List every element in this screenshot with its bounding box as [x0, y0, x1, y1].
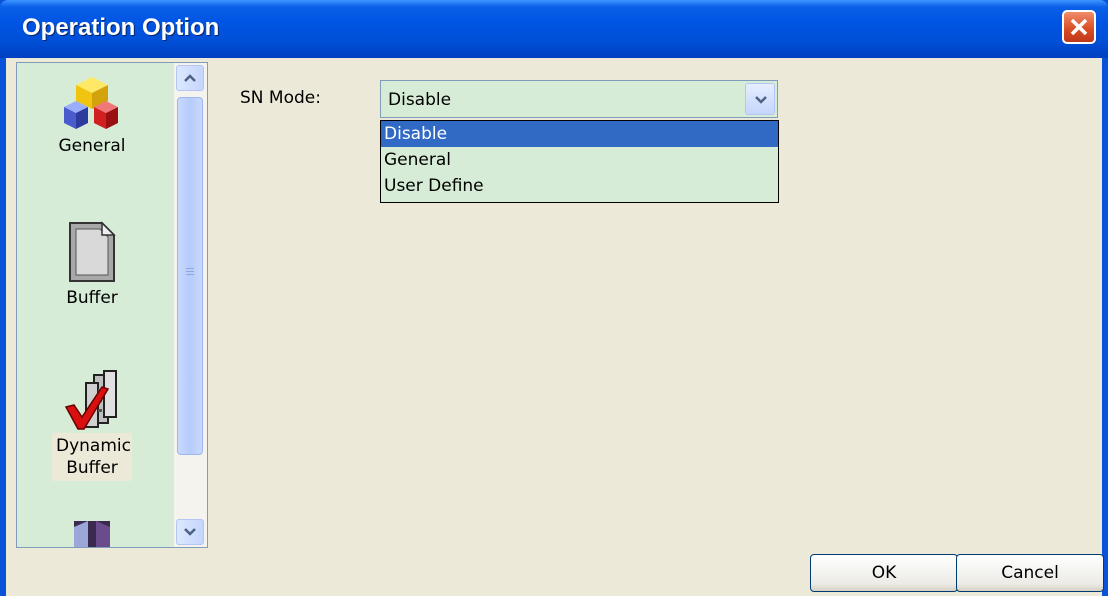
option-disable[interactable]: Disable [381, 121, 778, 147]
sidebar-item-label: Dynamic Buffer [52, 433, 132, 481]
chevron-down-icon [184, 528, 196, 536]
title-bar[interactable]: Operation Option [0, 0, 1108, 58]
dialog-window: Operation Option General Buffer Dynamic … [0, 0, 1108, 596]
close-icon [1070, 18, 1088, 36]
chevron-down-icon [755, 96, 767, 104]
thumb-grip [186, 268, 194, 277]
dropdown-button[interactable] [745, 83, 775, 115]
sn-mode-label: SN Mode: [240, 88, 321, 108]
close-button[interactable] [1062, 10, 1096, 44]
document-icon [69, 221, 116, 282]
sidebar-item-general[interactable]: General [17, 73, 167, 159]
sn-mode-select[interactable]: Disable [380, 80, 778, 118]
option-general[interactable]: General [381, 147, 778, 173]
scroll-thumb[interactable] [177, 97, 203, 455]
checkmark-buffer-icon [64, 370, 117, 430]
sn-mode-value: Disable [388, 90, 452, 110]
category-sidebar: General Buffer Dynamic Buffer [16, 62, 208, 548]
chevron-up-icon [184, 74, 196, 82]
ok-button[interactable]: OK [810, 554, 958, 592]
window-title: Operation Option [22, 14, 220, 41]
option-user-define[interactable]: User Define [381, 173, 778, 199]
sidebar-item-label: Buffer [66, 288, 118, 308]
cancel-button[interactable]: Cancel [956, 554, 1104, 592]
sidebar-item-label: General [58, 136, 126, 156]
sidebar-scrollbar[interactable] [173, 63, 207, 547]
scroll-up-button[interactable] [176, 65, 204, 91]
sidebar-item-buffer[interactable]: Buffer [17, 219, 167, 311]
cubes-icon [64, 77, 118, 129]
scroll-down-button[interactable] [176, 519, 204, 545]
partial-icon [74, 521, 110, 547]
label-line: Dynamic Buffer [56, 436, 131, 478]
sidebar-item-dynamic-buffer[interactable]: Dynamic Buffer [17, 369, 167, 481]
sn-mode-options-list: Disable General User Define [380, 120, 779, 203]
sidebar-item-partial[interactable] [17, 517, 167, 547]
